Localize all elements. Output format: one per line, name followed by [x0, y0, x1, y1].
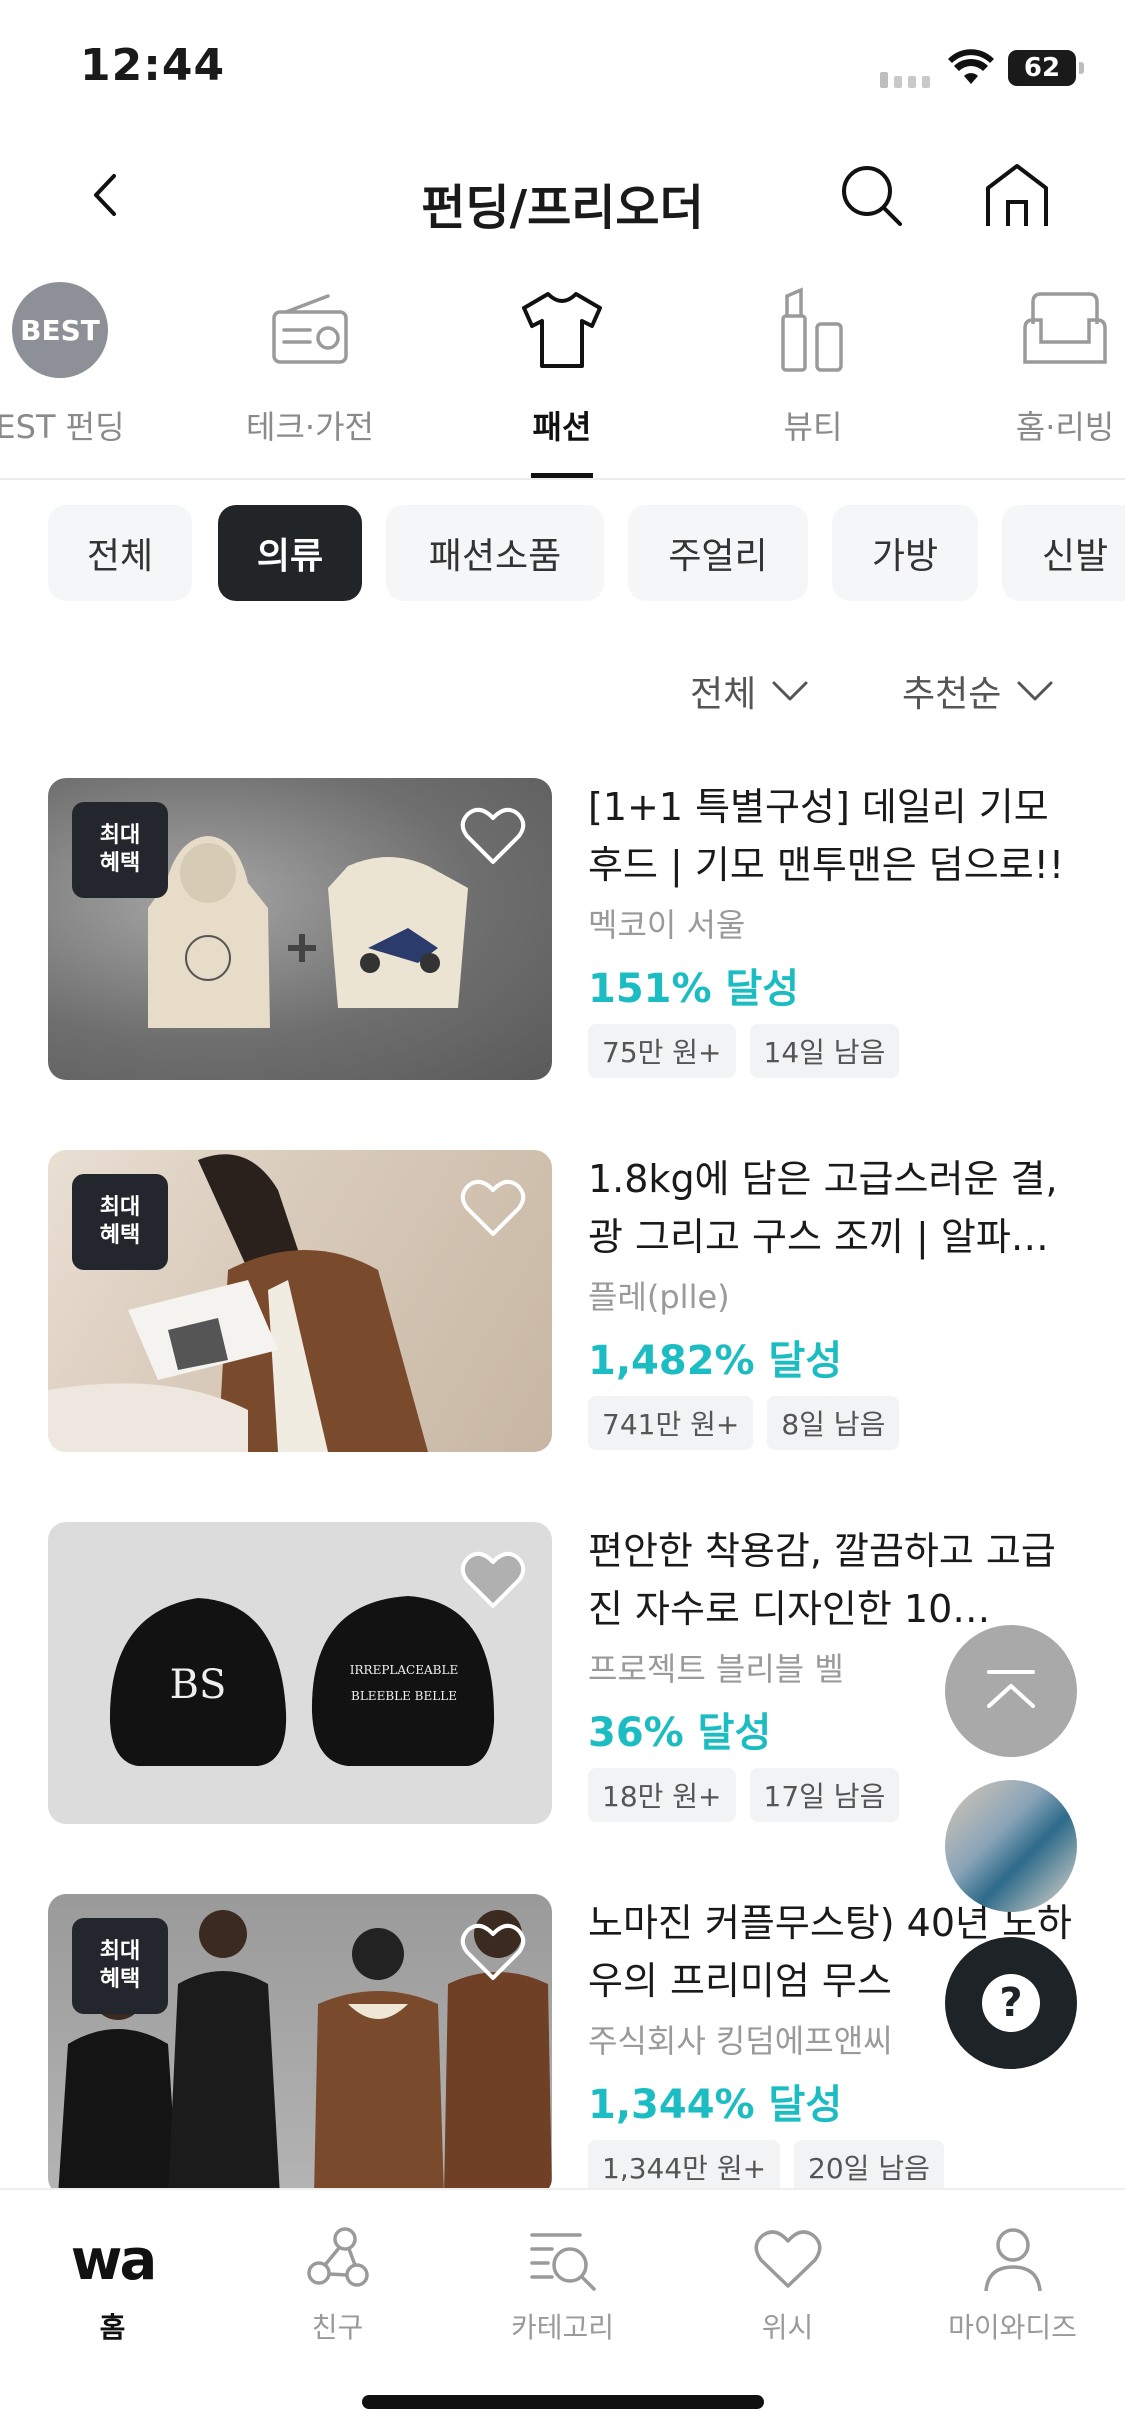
- radio-icon: [272, 294, 348, 364]
- product-image[interactable]: 최대 혜택: [48, 778, 552, 1080]
- cap-text-line2: BLEEBLE BELLE: [351, 1689, 457, 1703]
- wishlist-heart-icon[interactable]: [460, 1550, 526, 1610]
- search-icon[interactable]: [838, 162, 904, 228]
- funded-amount-tag: 18만 원+: [588, 1768, 736, 1822]
- category-search-icon: [529, 2233, 596, 2291]
- product-image[interactable]: BS IRREPLACEABLE BLEEBLE BELLE: [48, 1522, 552, 1824]
- max-benefit-badge: 최대 혜택: [72, 1918, 168, 2014]
- wishlist-heart-icon[interactable]: [460, 806, 526, 866]
- funding-rate: 1,482% 달성: [588, 1338, 843, 1384]
- product-card[interactable]: 최대 혜택 1.8kg에 담은 고급스러운 결, 광 그리고 구스 조끼 | 알…: [48, 1150, 1078, 1455]
- funded-amount-tag: 75만 원+: [588, 1024, 736, 1078]
- sofa-icon: [1023, 292, 1107, 364]
- arrow-up-icon: [987, 1670, 1035, 1708]
- active-tab-indicator: [531, 473, 593, 478]
- wishlist-heart-icon[interactable]: [460, 1922, 526, 1982]
- product-seller: 멕코이 서울: [588, 906, 746, 944]
- funded-amount-tag: 741만 원+: [588, 1396, 754, 1450]
- help-button[interactable]: ?: [945, 1937, 1077, 2069]
- wishlist-heart-icon[interactable]: [460, 1178, 526, 1238]
- product-title: [1+1 특별구성] 데일리 기모 후드 | 기모 맨투맨은 덤으로!!: [588, 785, 1065, 887]
- tab-category[interactable]: 카테고리: [450, 2218, 675, 2346]
- days-left-tag: 17일 남음: [749, 1768, 900, 1822]
- scope-filter-label: 전체: [690, 674, 757, 715]
- battery-icon: 62: [1008, 50, 1084, 86]
- best-badge-icon: BEST: [12, 282, 108, 378]
- category-best[interactable]: BEST EST 펀딩: [0, 270, 155, 480]
- sort-label: 추천순: [902, 674, 1002, 715]
- heart-icon: [754, 2230, 821, 2288]
- tab-my-wadiz[interactable]: 마이와디즈: [900, 2218, 1125, 2346]
- status-time: 12:44: [80, 40, 226, 91]
- tshirt-icon: [522, 292, 602, 368]
- category-fashion[interactable]: 패션: [467, 270, 657, 480]
- status-bar: 12:44 62: [0, 0, 1125, 135]
- category-label: 홈·리빙: [1015, 408, 1115, 446]
- cap-text-line1: IRREPLACEABLE: [350, 1663, 458, 1677]
- home-icon[interactable]: [982, 162, 1052, 228]
- days-left-tag: 20일 남음: [794, 2140, 944, 2194]
- person-icon: [983, 2228, 1042, 2292]
- tab-friends[interactable]: 친구: [225, 2218, 450, 2346]
- category-label: 패션: [532, 408, 592, 446]
- tab-label: 친구: [311, 2311, 364, 2344]
- promo-avatar-button[interactable]: [945, 1780, 1077, 1912]
- category-home-living[interactable]: 홈·리빙: [970, 270, 1125, 480]
- category-tech[interactable]: 테크·가전: [215, 270, 405, 480]
- tab-label: 카테고리: [510, 2311, 615, 2344]
- friends-icon: [306, 2227, 369, 2287]
- chip-shoes[interactable]: 신발: [1002, 505, 1125, 601]
- funding-rate: 1,344% 달성: [588, 2082, 843, 2128]
- scroll-to-top-button[interactable]: [945, 1625, 1077, 1757]
- funding-rate: 151% 달성: [588, 966, 800, 1012]
- lipstick-icon: [781, 287, 843, 372]
- sort-dropdown[interactable]: 추천순: [902, 665, 1055, 717]
- max-benefit-badge: 최대 혜택: [72, 802, 168, 898]
- max-benefit-badge: 최대 혜택: [72, 1174, 168, 1270]
- days-left-tag: 14일 남음: [749, 1024, 900, 1078]
- category-label: EST 펀딩: [0, 408, 125, 446]
- product-image[interactable]: 최대 혜택: [48, 1894, 552, 2196]
- tab-label: 위시: [761, 2311, 814, 2344]
- product-image[interactable]: 최대 혜택: [48, 1150, 552, 1452]
- product-info: 1.8kg에 담은 고급스러운 결, 광 그리고 구스 조끼 | 알파… 플레(…: [588, 1150, 1088, 1450]
- chevron-down-icon: [772, 681, 808, 701]
- home-indicator: [362, 2395, 764, 2409]
- tab-label: 마이와디즈: [948, 2311, 1077, 2344]
- chevron-down-icon: [1017, 681, 1053, 701]
- tab-home[interactable]: wa 홈: [0, 2218, 225, 2346]
- page-title: 펀딩/프리오더: [421, 180, 704, 236]
- product-title: 편안한 착용감, 깔끔하고 고급진 자수로 디자인한 10…: [588, 1529, 1056, 1631]
- category-label: 테크·가전: [246, 408, 374, 446]
- product-card[interactable]: 최대 혜택 노마진 커플무스탕) 40년 노하우의 프리미엄 무스 주식회사 킹…: [48, 1894, 1078, 2199]
- product-info: [1+1 특별구성] 데일리 기모 후드 | 기모 맨투맨은 덤으로!! 멕코이…: [588, 778, 1088, 1078]
- days-left-tag: 8일 남음: [767, 1396, 900, 1450]
- wifi-icon: [948, 49, 994, 84]
- tab-wish[interactable]: 위시: [675, 2218, 900, 2346]
- chip-all[interactable]: 전체: [48, 505, 192, 601]
- category-label: 뷰티: [783, 408, 843, 446]
- product-card[interactable]: 최대 혜택 [1+1 특별구성] 데일리 기모 후드 | 기모 맨투맨은 덤으로…: [48, 778, 1078, 1083]
- chip-clothing[interactable]: 의류: [218, 505, 362, 601]
- product-card[interactable]: BS IRREPLACEABLE BLEEBLE BELLE 편안한 착용감, …: [48, 1522, 1078, 1827]
- category-beauty[interactable]: 뷰티: [718, 270, 908, 480]
- scope-filter-dropdown[interactable]: 전체: [690, 665, 810, 717]
- category-strip: BEST EST 펀딩 테크·가전 패션 뷰티 홈·리빙: [0, 270, 1125, 480]
- subcategory-chips: 전체 의류 패션소품 주얼리 가방 신발: [0, 505, 1125, 603]
- wa-logo-icon: wa: [70, 2227, 158, 2293]
- funded-amount-tag: 1,344만 원+: [588, 2140, 781, 2194]
- chip-accessories[interactable]: 패션소품: [386, 505, 604, 601]
- help-icon: ?: [982, 1974, 1040, 2032]
- cellular-signal-icon: [880, 72, 930, 88]
- tab-label: 홈: [99, 2311, 126, 2344]
- product-seller: 플레(plle): [588, 1278, 730, 1316]
- chip-jewelry[interactable]: 주얼리: [628, 505, 808, 601]
- header: 펀딩/프리오더: [0, 140, 1125, 250]
- product-title: 1.8kg에 담은 고급스러운 결, 광 그리고 구스 조끼 | 알파…: [588, 1157, 1058, 1259]
- cap-logo: BS: [170, 1662, 227, 1708]
- chip-bags[interactable]: 가방: [832, 505, 978, 601]
